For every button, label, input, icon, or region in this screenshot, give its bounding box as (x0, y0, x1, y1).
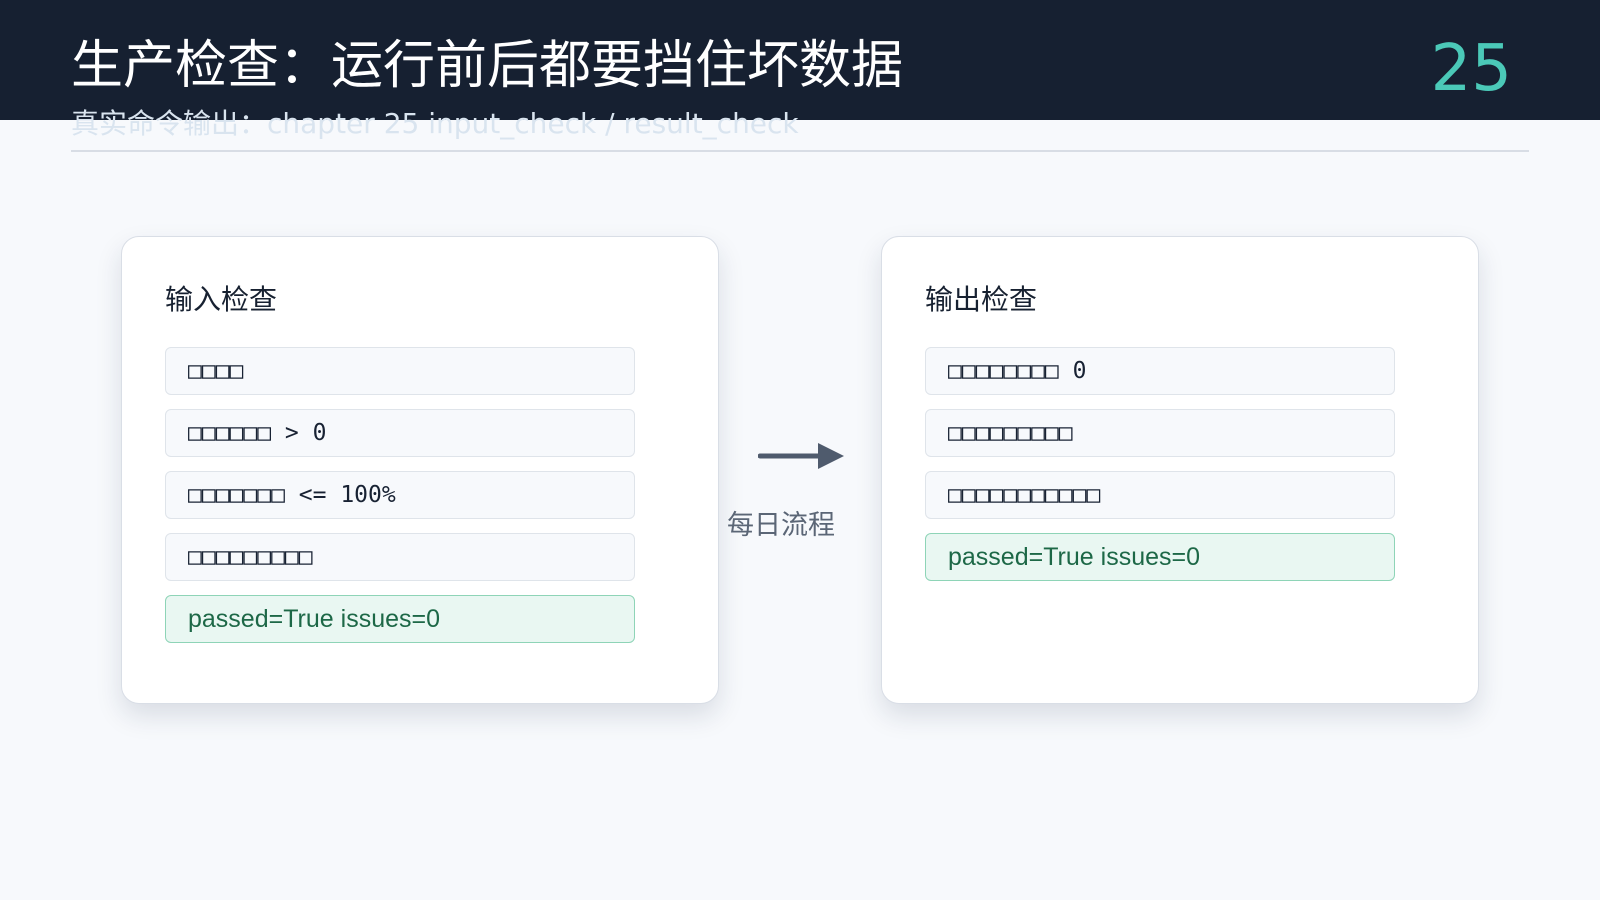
input-check-row: □□□□□□□□□ (165, 533, 635, 581)
output-check-result: passed=True issues=0 (925, 533, 1395, 581)
input-check-row: □□□□□□□ <= 100% (165, 471, 635, 519)
daily-flow-connector: 每日流程 (726, 438, 876, 558)
input-check-row: □□□□ (165, 347, 635, 395)
output-check-row: □□□□□□□□ 0 (925, 347, 1395, 395)
output-check-title: 输出检查 (925, 283, 1038, 316)
input-check-row: □□□□□□ > 0 (165, 409, 635, 457)
slide-subtitle: 真实命令输出：chapter 25 input_check / result_c… (71, 107, 799, 140)
output-check-result-text: passed=True issues=0 (948, 542, 1201, 571)
input-check-row-text: □□□□□□□ <= 100% (188, 482, 396, 508)
output-check-row: □□□□□□□□□ (925, 409, 1395, 457)
output-check-row-text: □□□□□□□□□ (948, 420, 1073, 446)
input-check-result: passed=True issues=0 (165, 595, 635, 643)
slide-title: 生产检查：运行前后都要挡住坏数据 (71, 36, 904, 96)
input-check-row-text: □□□□□□□□□ (188, 544, 313, 570)
input-check-result-text: passed=True issues=0 (188, 604, 441, 633)
header-divider (71, 150, 1529, 152)
output-check-row-text: □□□□□□□□ 0 (948, 358, 1087, 384)
daily-flow-label: 每日流程 (727, 510, 835, 541)
input-check-card: 输入检查 □□□□ □□□□□□ > 0 □□□□□□□ <= 100% □□□… (121, 236, 719, 704)
input-check-row-text: □□□□□□ > 0 (188, 420, 327, 446)
output-check-list: □□□□□□□□ 0 □□□□□□□□□ □□□□□□□□□□□ passed=… (925, 347, 1395, 581)
input-check-list: □□□□ □□□□□□ > 0 □□□□□□□ <= 100% □□□□□□□□… (165, 347, 635, 643)
output-check-row: □□□□□□□□□□□ (925, 471, 1395, 519)
output-check-row-text: □□□□□□□□□□□ (948, 482, 1101, 508)
input-check-row-text: □□□□ (188, 358, 244, 384)
output-check-card: 输出检查 □□□□□□□□ 0 □□□□□□□□□ □□□□□□□□□□□ pa… (881, 236, 1479, 704)
slide: 生产检查：运行前后都要挡住坏数据 25 真实命令输出：chapter 25 in… (0, 0, 1600, 900)
slide-number: 25 (1430, 32, 1512, 106)
right-arrow-icon (758, 443, 844, 469)
input-check-title: 输入检查 (165, 283, 278, 316)
